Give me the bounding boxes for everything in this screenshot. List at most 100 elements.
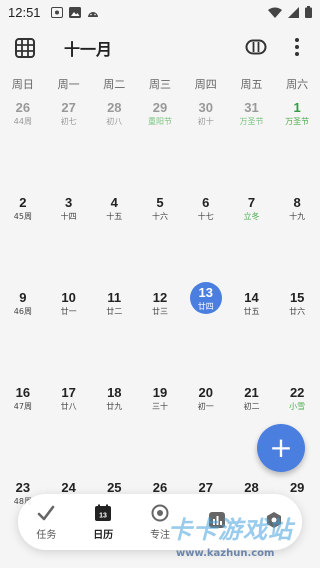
calendar-day-today[interactable]: 13 廿四 [183,282,229,385]
calendar-day[interactable]: 30 初十 [183,100,229,195]
battery-icon [305,6,312,18]
calendar-day[interactable]: 3 十四 [46,195,92,290]
day-number: 17 [61,385,76,400]
android-icon [87,11,98,17]
day-number: 11 [107,290,122,305]
day-number: 5 [156,195,164,210]
day-subtitle: 廿一 [60,307,77,316]
day-subtitle: 三十 [152,402,169,411]
weekday-label: 周五 [240,78,263,91]
day-number: 2 [19,195,27,210]
weekday-label: 周二 [103,78,126,91]
calendar-day[interactable]: 29 重阳节 [137,100,183,195]
day-number: 28 [107,100,122,115]
calendar-badge: 13 [99,512,107,519]
calendar-day[interactable]: 1 万圣节 [274,100,320,195]
calendar-day[interactable]: 2 45周 [0,195,46,290]
calendar-week-row: 9 46周 10 廿一 11 廿二 12 廿三 13 廿四 14 廿五 15 廿六 [0,282,320,385]
wifi-icon [268,7,282,18]
day-subtitle: 十四 [60,212,77,221]
calendar-day[interactable]: 26 44周 [0,100,46,195]
day-subtitle: 46周 [13,307,32,316]
weekday-header: 周日 周一 周二 周三 周四 周五 周六 [0,76,320,92]
check-icon [38,505,55,520]
focus-icon [151,504,169,521]
more-options-icon[interactable] [290,37,304,57]
day-number: 15 [289,290,305,305]
calendar-day[interactable]: 9 46周 [0,290,46,385]
today-highlight: 13 廿四 [189,282,222,314]
day-number: 4 [110,195,118,210]
tab-label: 任务 [36,529,57,541]
day-number: 27 [61,100,76,115]
view-toggle-icon[interactable] [245,39,267,55]
day-subtitle: 万圣节 [239,117,264,126]
app-bar: 十一月 [0,24,320,70]
tab-calendar[interactable]: 13 日历 [75,494,132,550]
tab-label: 专注 [149,529,170,541]
day-number: 9 [19,290,27,305]
day-subtitle: 初八 [106,117,123,126]
calendar-day[interactable]: 15 廿六 [274,290,320,385]
day-number: 29 [152,100,168,115]
day-subtitle: 廿三 [152,307,169,316]
calendar-day[interactable]: 14 廿五 [229,290,275,385]
weekday-label: 周四 [194,78,217,91]
calendar-day[interactable]: 6 十七 [183,195,229,290]
day-subtitle: 十七 [197,212,214,221]
calendar-day[interactable]: 18 廿九 [91,385,137,480]
day-subtitle: 廿八 [60,402,77,411]
day-number: 22 [289,385,305,400]
day-number: 21 [244,385,259,400]
calendar-day[interactable]: 28 初八 [91,100,137,195]
day-subtitle: 重阳节 [148,117,173,126]
weekday-label: 周六 [286,78,309,91]
day-number: 8 [293,195,301,210]
status-bar: 12:51 [0,0,320,24]
day-number: 7 [247,195,256,210]
day-number: 10 [61,290,76,305]
day-subtitle: 立冬 [243,212,260,221]
tab-tasks[interactable]: 任务 [18,494,75,550]
day-number: 19 [152,385,168,400]
signal-icon [288,6,299,18]
weekday-label: 周日 [11,78,34,91]
calendar-day[interactable]: 31 万圣节 [229,100,275,195]
add-button[interactable]: + [257,424,305,472]
day-subtitle: 初十 [197,117,214,126]
calendar-day[interactable]: 16 47周 [0,385,46,480]
day-subtitle: 初二 [243,402,260,411]
calendar-day[interactable]: 12 廿三 [137,290,183,385]
day-subtitle: 廿二 [106,307,123,316]
day-number: 3 [64,195,73,210]
day-subtitle: 廿六 [289,307,306,316]
day-subtitle: 廿四 [197,301,214,311]
day-subtitle: 初七 [60,117,77,126]
calendar-day[interactable]: 19 三十 [137,385,183,480]
day-subtitle: 十五 [106,212,123,221]
day-subtitle: 初一 [197,402,214,411]
day-subtitle: 廿五 [243,307,260,316]
day-number: 1 [293,100,301,115]
calendar-day[interactable]: 27 初七 [46,100,92,195]
grid-view-icon[interactable] [14,37,36,59]
page-title[interactable]: 十一月 [64,36,112,60]
day-number: 26 [15,100,31,115]
calendar-day[interactable]: 20 初一 [183,385,229,480]
weekday-label: 周三 [149,78,172,91]
calendar-day[interactable]: 17 廿八 [46,385,92,480]
watermark-logo: 卡卡游戏站 [168,516,293,544]
calendar-icon: 13 [95,504,112,521]
calendar-day[interactable]: 4 十五 [91,195,137,290]
calendar-day[interactable]: 5 十六 [137,195,183,290]
calendar-week-row: 26 44周 27 初七 28 初八 29 重阳节 30 初十 31 万圣节 1 万圣节 [0,100,320,195]
day-number: 30 [198,100,213,115]
tab-label: 日历 [93,529,114,541]
calendar-day[interactable]: 8 十九 [274,195,320,290]
calendar-day[interactable]: 7 立冬 [229,195,275,290]
weekday-label: 周一 [57,78,80,91]
day-number: 13 [198,284,213,300]
calendar-day[interactable]: 10 廿一 [46,290,92,385]
calendar-day[interactable]: 11 廿二 [91,290,137,385]
day-subtitle: 十六 [152,212,169,221]
